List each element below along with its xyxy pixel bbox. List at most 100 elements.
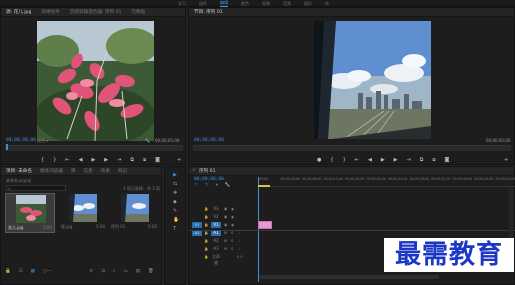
snap-icon[interactable]: ⊂ — [194, 183, 198, 188]
master-level[interactable]: 0.0 — [237, 255, 243, 259]
mark-out-icon[interactable]: } — [53, 157, 56, 163]
track-name[interactable]: 主声道 — [211, 254, 221, 265]
source-fit-select[interactable]: 适合 ▾ — [37, 138, 48, 144]
playhead-marker[interactable] — [6, 144, 8, 150]
source-patch-V1[interactable]: V1 — [192, 222, 202, 228]
project-item[interactable]: 序列 01 5:00 — [109, 193, 159, 233]
go-to-in-icon[interactable]: ⇤ — [355, 157, 359, 163]
mic-icon[interactable]: ♩ — [238, 231, 240, 235]
sync-lock-icon[interactable]: ▣ — [224, 223, 227, 227]
camera-icon[interactable]: ◙ — [155, 157, 160, 163]
lock-icon[interactable]: 🔒 — [204, 231, 208, 235]
mark-out-icon[interactable]: } — [343, 157, 346, 163]
step-back-icon[interactable]: ◀ — [368, 157, 372, 163]
tool-button[interactable]: ✎ — [173, 208, 179, 214]
lock-icon[interactable]: 🔒 — [204, 255, 208, 259]
workspace-tab[interactable]: 学习 — [178, 1, 186, 7]
automate-icon[interactable]: ⇉ — [101, 269, 105, 274]
mute-icon[interactable]: M — [224, 247, 227, 251]
mute-icon[interactable]: M — [224, 239, 227, 243]
extract-icon[interactable]: ⧈ — [432, 157, 435, 163]
new-item-icon[interactable]: ▤ — [136, 269, 140, 274]
play-icon[interactable]: ▶ — [91, 157, 95, 163]
track-name[interactable]: A2 — [211, 238, 221, 244]
tab-effects[interactable]: 效果 — [101, 168, 110, 174]
project-item[interactable]: 楼.jpg 5:00 — [59, 193, 107, 233]
track-name[interactable]: A3 — [211, 246, 221, 252]
source-scrub-bar[interactable] — [5, 145, 183, 151]
workspace-tab[interactable]: 编辑 — [220, 0, 228, 7]
wrench-icon[interactable]: 🔧 — [225, 183, 231, 188]
timeline-timecode[interactable]: 00;00;00;00 — [194, 177, 224, 182]
play-icon[interactable]: ▶ — [381, 157, 385, 163]
timeline-clip[interactable] — [258, 221, 272, 229]
tab-program[interactable]: 节目: 序列 01 — [194, 9, 223, 15]
solo-icon[interactable]: S — [231, 231, 233, 235]
overwrite-icon[interactable]: ⧈ — [143, 157, 146, 163]
tab-media-browser[interactable]: 媒体浏览器 — [40, 168, 63, 174]
step-forward-icon[interactable]: ▶ — [394, 157, 398, 163]
workspace-tab[interactable]: 库 — [325, 1, 329, 7]
tab-audio-mixer[interactable]: 音频剪辑混合器: 序列 01 — [70, 9, 122, 15]
mic-icon[interactable]: ♩ — [238, 247, 240, 251]
go-to-out-icon[interactable]: ⇥ — [117, 157, 121, 163]
go-to-out-icon[interactable]: ⇥ — [407, 157, 411, 163]
workspace-tab[interactable]: 音频 — [283, 1, 291, 7]
lock-icon[interactable]: 🔒 — [204, 247, 208, 251]
project-item[interactable]: 花儿.jpg 5:00 — [5, 193, 55, 233]
go-to-in-icon[interactable]: ⇤ — [65, 157, 69, 163]
marker-icon[interactable]: ● — [317, 157, 321, 163]
new-bin-icon[interactable]: ▭ — [123, 269, 127, 274]
lock-icon[interactable]: 🔒 — [204, 223, 208, 227]
workspace-tab[interactable]: 效果 — [262, 1, 270, 7]
mute-icon[interactable]: M — [224, 231, 227, 235]
track-name[interactable]: V1 — [211, 222, 221, 228]
add-button-icon[interactable]: + — [177, 157, 181, 163]
tab-source[interactable]: 源: 花儿.jpg — [6, 9, 31, 15]
camera-icon[interactable]: ◙ — [445, 157, 450, 163]
lock-icon[interactable]: 🔒 — [5, 269, 11, 274]
insert-icon[interactable]: ⧉ — [130, 157, 134, 163]
step-forward-icon[interactable]: ▶ — [104, 157, 108, 163]
wrench-icon[interactable]: 🔧 — [145, 138, 150, 143]
tool-button[interactable]: ⇆ — [173, 181, 179, 187]
tab-info[interactable]: 信息 — [84, 168, 93, 174]
tool-button[interactable]: ◆ — [173, 199, 179, 205]
workspace-tab[interactable]: 颜色 — [241, 1, 249, 7]
solo-icon[interactable]: S — [231, 239, 233, 243]
search-input[interactable]: ⌕ — [6, 185, 66, 191]
marker-add-icon[interactable]: ▾ — [216, 183, 218, 188]
solo-icon[interactable]: S — [231, 247, 233, 251]
workspace-tab[interactable]: 组件 — [199, 1, 207, 7]
sync-lock-icon[interactable]: ▣ — [224, 207, 227, 211]
program-scrub-bar[interactable] — [193, 145, 511, 151]
lock-icon[interactable]: 🔒 — [204, 207, 208, 211]
zoom-slider[interactable]: ○— — [43, 269, 51, 274]
tab-effect-controls[interactable]: 效果控件 — [41, 9, 59, 15]
mark-in-icon[interactable]: { — [41, 157, 44, 163]
find-icon[interactable]: ⌕ — [113, 268, 116, 274]
tool-button[interactable]: ✋ — [173, 217, 179, 223]
close-icon[interactable]: × — [192, 168, 196, 173]
step-back-icon[interactable]: ◀ — [79, 157, 83, 163]
lock-icon[interactable]: 🔒 — [204, 215, 208, 219]
eye-icon[interactable]: ◉ — [231, 207, 234, 211]
workspace-tab[interactable]: 图形 — [304, 1, 312, 7]
lift-icon[interactable]: ⧉ — [420, 157, 424, 163]
mark-in-icon[interactable]: { — [330, 157, 333, 163]
mic-icon[interactable]: ♩ — [238, 239, 240, 243]
horizontal-scrollbar[interactable] — [259, 275, 439, 279]
trash-icon[interactable]: 🗑 — [148, 269, 154, 274]
track-name[interactable]: V2 — [211, 214, 221, 220]
sync-lock-icon[interactable]: ▣ — [224, 215, 227, 219]
tab-metadata[interactable]: 元数据 — [131, 9, 145, 15]
tool-button[interactable]: ▶ — [173, 172, 179, 178]
add-button-icon[interactable]: + — [504, 157, 508, 163]
tool-button[interactable]: ✥ — [173, 190, 179, 196]
lock-icon[interactable]: 🔒 — [204, 239, 208, 243]
tab-sequence[interactable]: 序列 01 — [199, 168, 216, 174]
sort-icon[interactable]: ≡ — [89, 269, 93, 274]
timeline-ruler[interactable]: 00;00 00;00;04;00 00;00;08;00 00;00;12;00 00… — [257, 177, 515, 187]
eye-icon[interactable]: ◉ — [231, 215, 234, 219]
track-name[interactable]: V3 — [211, 206, 221, 212]
